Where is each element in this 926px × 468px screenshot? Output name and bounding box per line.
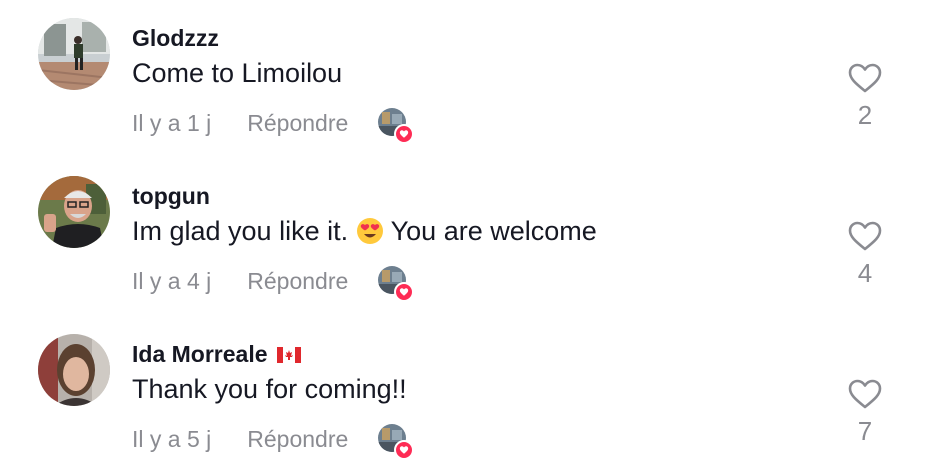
username-text[interactable]: Ida Morreale [132,341,268,368]
like-count: 4 [857,258,873,288]
creator-liked-badge [378,424,415,460]
creator-liked-badge [378,108,415,144]
comment-text-content: Come to Limoilou [132,58,343,88]
username-text[interactable]: topgun [132,183,210,210]
reply-button[interactable]: Répondre [247,268,348,295]
comment-item: Glodzzz Come to Limoilou Il y a 1 j Répo… [0,0,926,150]
avatar[interactable] [38,176,110,248]
reply-button[interactable]: Répondre [247,110,348,137]
heart-icon [394,440,415,460]
comment-text: Come to Limoilou [132,58,342,89]
comment-text: Im glad you like it. You are welcome [132,216,597,247]
reply-button[interactable]: Répondre [247,426,348,453]
like-button[interactable]: 7 [844,378,886,447]
comment-text-content: You are welcome [390,216,597,246]
timestamp: Il y a 4 j [132,267,212,294]
comment-meta: Il y a 1 j Répondre [132,108,415,144]
avatar[interactable] [38,18,110,90]
comment-text-content: Thank you for coming!! [132,374,407,404]
heart-icon [394,282,415,302]
avatar[interactable] [38,334,110,406]
heart-outline-icon[interactable] [847,220,883,252]
like-button[interactable]: 2 [844,62,886,131]
heart-outline-icon[interactable] [847,62,883,94]
username[interactable]: topgun [132,183,210,210]
heart-eyes-emoji-icon [356,216,391,246]
username-text[interactable]: Glodzzz [132,25,219,52]
like-count: 2 [857,100,873,130]
heart-outline-icon[interactable] [847,378,883,410]
comment-meta: Il y a 5 j Répondre [132,424,415,460]
comment-text-content: Im glad you like it. [132,216,349,246]
like-button[interactable]: 4 [844,220,886,289]
comment-item: topgun Im glad you like it. You are welc… [0,158,926,308]
like-count: 7 [857,416,873,446]
creator-liked-badge [378,266,415,302]
canada-flag-icon [276,346,301,363]
heart-icon [394,124,415,144]
username[interactable]: Ida Morreale [132,341,301,368]
comment-text: Thank you for coming!! [132,374,407,405]
comment-meta: Il y a 4 j Répondre [132,266,415,302]
timestamp: Il y a 1 j [132,109,212,136]
username[interactable]: Glodzzz [132,25,219,52]
timestamp: Il y a 5 j [132,425,212,452]
comment-item: Ida Morreale Thank you for coming!! Il y… [0,316,926,466]
